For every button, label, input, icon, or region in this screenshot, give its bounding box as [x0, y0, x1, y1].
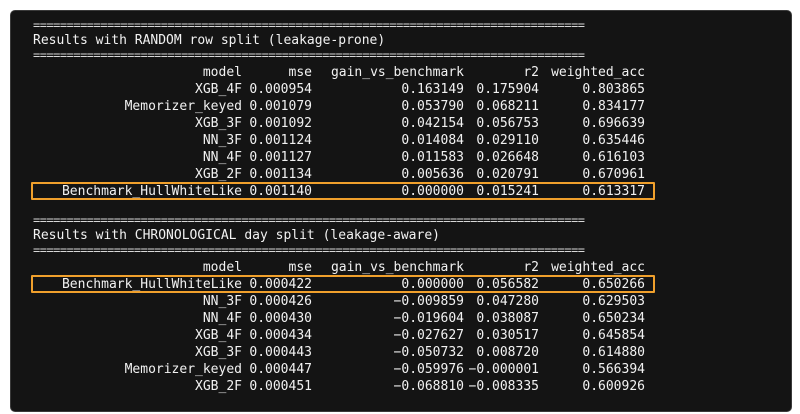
- cell-gain: 0.042154: [401, 116, 464, 131]
- cell-weighted-acc: 0.650234: [582, 311, 645, 326]
- cell-gain: 0.014084: [401, 133, 464, 148]
- cell-r2: 0.026648: [476, 150, 539, 165]
- cell-mse: 0.000447: [249, 362, 312, 377]
- cell-weighted-acc: 0.670961: [582, 167, 645, 182]
- cell-model: NN_4F: [202, 311, 242, 326]
- cell-mse: 0.001092: [249, 116, 312, 131]
- header-gain: gain_vs_benchmark: [330, 65, 464, 80]
- cell-r2: 0.030517: [476, 328, 539, 343]
- cell-r2: 0.056753: [476, 116, 539, 131]
- table-row: XGB_4F 0.000954 0.163149 0.175904 0.8038…: [11, 81, 645, 98]
- table-row: XGB_3F 0.000443 −0.050732 0.008720 0.614…: [11, 344, 645, 361]
- cell-r2: 0.068211: [476, 99, 539, 114]
- cell-model: NN_4F: [202, 150, 242, 165]
- cell-r2: 0.029110: [476, 133, 539, 148]
- benchmark-highlight-box: [31, 182, 655, 200]
- cell-gain: −0.019604: [393, 311, 464, 326]
- cell-weighted-acc: 0.566394: [582, 362, 645, 377]
- header-r2: r2: [523, 65, 539, 80]
- cell-mse: 0.001134: [249, 167, 312, 182]
- cell-r2: 0.020791: [476, 167, 539, 182]
- cell-gain: −0.050732: [393, 345, 464, 360]
- cell-mse: 0.001127: [249, 150, 312, 165]
- cell-weighted-acc: 0.614880: [582, 345, 645, 360]
- separator-line: ========================================…: [33, 48, 585, 62]
- table-row: NN_3F 0.000426 −0.009859 0.047280 0.6295…: [11, 293, 645, 310]
- cell-model: XGB_3F: [195, 345, 242, 360]
- cell-model: NN_3F: [202, 133, 242, 148]
- cell-model: Memorizer_keyed: [124, 362, 242, 377]
- table-row: NN_4F 0.000430 −0.019604 0.038087 0.6502…: [11, 310, 645, 327]
- cell-mse: 0.000451: [249, 379, 312, 394]
- table-row: Memorizer_keyed 0.000447 −0.059976 −0.00…: [11, 361, 645, 378]
- cell-r2: 0.175904: [476, 82, 539, 97]
- cell-model: NN_3F: [202, 294, 242, 309]
- table-row: XGB_2F 0.000451 −0.068810 −0.008335 0.60…: [11, 378, 645, 395]
- header-weighted-acc: weighted_acc: [551, 260, 645, 275]
- benchmark-highlight-box: [31, 275, 655, 293]
- cell-mse: 0.000954: [249, 82, 312, 97]
- cell-mse: 0.000426: [249, 294, 312, 309]
- cell-model: XGB_2F: [195, 379, 242, 394]
- table-header: model mse gain_vs_benchmark r2 weighted_…: [11, 64, 645, 81]
- table-row: NN_4F 0.001127 0.011583 0.026648 0.61610…: [11, 149, 645, 166]
- header-r2: r2: [523, 260, 539, 275]
- table-row: XGB_2F 0.001134 0.005636 0.020791 0.6709…: [11, 166, 645, 183]
- cell-weighted-acc: 0.616103: [582, 150, 645, 165]
- cell-weighted-acc: 0.600926: [582, 379, 645, 394]
- cell-mse: 0.000430: [249, 311, 312, 326]
- terminal-output: ========================================…: [10, 10, 792, 412]
- cell-r2: 0.008720: [476, 345, 539, 360]
- cell-mse: 0.001079: [249, 99, 312, 114]
- header-mse: mse: [288, 260, 312, 275]
- table-row: XGB_3F 0.001092 0.042154 0.056753 0.6966…: [11, 115, 645, 132]
- cell-weighted-acc: 0.635446: [582, 133, 645, 148]
- table-row: XGB_4F 0.000434 −0.027627 0.030517 0.645…: [11, 327, 645, 344]
- cell-gain: 0.005636: [401, 167, 464, 182]
- cell-weighted-acc: 0.629503: [582, 294, 645, 309]
- cell-gain: 0.163149: [401, 82, 464, 97]
- table-row: NN_3F 0.001124 0.014084 0.029110 0.63544…: [11, 132, 645, 149]
- header-gain: gain_vs_benchmark: [330, 260, 464, 275]
- cell-gain: −0.059976: [393, 362, 464, 377]
- cell-gain: −0.009859: [393, 294, 464, 309]
- header-mse: mse: [288, 65, 312, 80]
- header-model: model: [202, 65, 242, 80]
- cell-gain: −0.027627: [393, 328, 464, 343]
- cell-weighted-acc: 0.834177: [582, 99, 645, 114]
- header-model: model: [202, 260, 242, 275]
- cell-gain: −0.068810: [393, 379, 464, 394]
- cell-gain: 0.011583: [401, 150, 464, 165]
- cell-r2: −0.000001: [468, 362, 539, 377]
- cell-mse: 0.001124: [249, 133, 312, 148]
- separator-line: ========================================…: [33, 243, 585, 257]
- cell-model: XGB_2F: [195, 167, 242, 182]
- cell-gain: 0.053790: [401, 99, 464, 114]
- table-row: Memorizer_keyed 0.001079 0.053790 0.0682…: [11, 98, 645, 115]
- cell-model: Memorizer_keyed: [124, 99, 242, 114]
- cell-mse: 0.000434: [249, 328, 312, 343]
- cell-r2: −0.008335: [468, 379, 539, 394]
- cell-model: XGB_4F: [195, 328, 242, 343]
- cell-mse: 0.000443: [249, 345, 312, 360]
- cell-weighted-acc: 0.645854: [582, 328, 645, 343]
- cell-r2: 0.038087: [476, 311, 539, 326]
- cell-r2: 0.047280: [476, 294, 539, 309]
- cell-model: XGB_4F: [195, 82, 242, 97]
- cell-model: XGB_3F: [195, 116, 242, 131]
- cell-weighted-acc: 0.803865: [582, 82, 645, 97]
- header-weighted-acc: weighted_acc: [551, 65, 645, 80]
- cell-weighted-acc: 0.696639: [582, 116, 645, 131]
- table-header: model mse gain_vs_benchmark r2 weighted_…: [11, 259, 645, 276]
